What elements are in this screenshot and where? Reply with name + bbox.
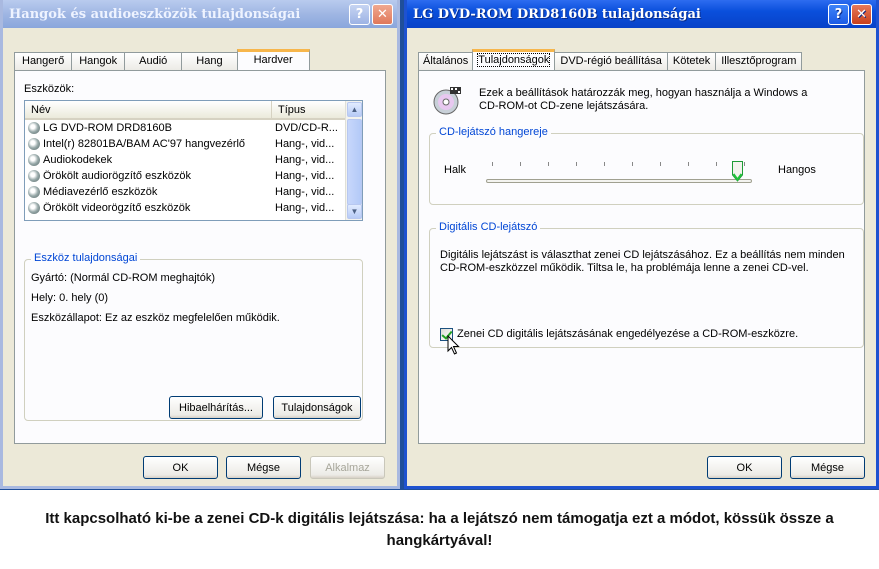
location-text: Hely: 0. hely (0) xyxy=(31,292,109,304)
list-scrollbar[interactable]: ▲ ▼ xyxy=(345,101,362,220)
window-title: LG DVD-ROM DRD8160B tulajdonságai xyxy=(413,6,701,22)
column-name[interactable]: Név xyxy=(25,101,272,118)
list-item[interactable]: Médiavezérlő eszközök Hang-, vid... xyxy=(25,184,362,200)
tab-sounds[interactable]: Hangok xyxy=(71,52,126,70)
close-button[interactable]: ✕ xyxy=(851,3,872,25)
tab-volume[interactable]: Hangerő xyxy=(14,52,73,70)
apply-button[interactable]: Alkalmaz xyxy=(310,456,385,479)
tab-general[interactable]: Általános xyxy=(418,52,474,70)
properties-button[interactable]: Tulajdonságok xyxy=(273,396,361,419)
status-text: Eszközállapot: Ez az eszköz megfelelően … xyxy=(31,312,280,324)
troubleshoot-button[interactable]: Hibaelhárítás... xyxy=(169,396,263,419)
list-item[interactable]: Örökölt audiorögzítő eszközök Hang-, vid.… xyxy=(25,168,362,184)
help-button[interactable]: ? xyxy=(828,3,849,25)
digital-description: Digitális lejátszást is választhat zenei… xyxy=(440,249,845,274)
scroll-down-icon[interactable]: ▼ xyxy=(347,204,362,219)
cancel-button[interactable]: Mégse xyxy=(226,456,301,479)
devices-label: Eszközök: xyxy=(24,83,75,95)
tab-properties[interactable]: Tulajdonságok xyxy=(472,49,556,70)
sound-device-icon xyxy=(28,138,40,150)
properties-panel: Ezek a beállítások határozzák meg, hogya… xyxy=(418,70,865,444)
manufacturer-text: Gyártó: (Normál CD-ROM meghajtók) xyxy=(31,272,215,284)
mouse-cursor-icon xyxy=(447,335,460,355)
sound-device-icon xyxy=(28,170,40,182)
tab-audio[interactable]: Audió xyxy=(124,52,183,70)
intro-text: Ezek a beállítások határozzák meg, hogya… xyxy=(479,87,808,112)
tab-driver[interactable]: Illesztőprogram xyxy=(715,52,803,70)
list-item[interactable]: LG DVD-ROM DRD8160B DVD/CD-R... xyxy=(25,120,362,136)
scroll-up-icon[interactable]: ▲ xyxy=(347,102,362,117)
tab-hardware[interactable]: Hardver xyxy=(236,49,310,70)
cd-music-icon xyxy=(433,87,461,115)
digital-cd-group: Digitális CD-lejátszó Digitális lejátszá… xyxy=(429,221,864,355)
volume-legend: CD-lejátszó hangereje xyxy=(436,126,551,138)
volume-slider-thumb[interactable] xyxy=(732,161,743,182)
low-label: Halk xyxy=(444,164,467,176)
caption: Itt kapcsolható ki-be a zenei CD-k digit… xyxy=(0,489,879,569)
sound-device-icon xyxy=(28,154,40,166)
tab-strip: Hangerő Hangok Audió Hang Hardver xyxy=(14,49,386,70)
digital-playback-label[interactable]: Zenei CD digitális lejátszásának engedél… xyxy=(457,328,798,340)
device-properties-group: Eszköz tulajdonságai Gyártó: (Normál CD-… xyxy=(24,252,363,421)
digital-cd-legend: Digitális CD-lejátszó xyxy=(436,221,541,233)
list-item[interactable]: Örökölt videorögzítő eszközök Hang-, vid.… xyxy=(25,200,362,216)
close-button[interactable]: ✕ xyxy=(372,3,393,25)
help-button[interactable]: ? xyxy=(349,3,370,25)
sound-device-icon xyxy=(28,202,40,214)
window-title: Hangok és audioeszközök tulajdonságai xyxy=(9,6,301,22)
high-label: Hangos xyxy=(778,164,816,176)
cd-drive-icon xyxy=(28,122,40,134)
title-bar[interactable]: Hangok és audioeszközök tulajdonságai ? … xyxy=(3,0,397,28)
cancel-button[interactable]: Mégse xyxy=(790,456,865,479)
tab-dvd-region[interactable]: DVD-régió beállítása xyxy=(554,52,668,70)
tab-voice[interactable]: Hang xyxy=(181,52,238,70)
ok-button[interactable]: OK xyxy=(143,456,218,479)
scroll-thumb[interactable] xyxy=(347,119,362,205)
ok-button[interactable]: OK xyxy=(707,456,782,479)
volume-group: CD-lejátszó hangereje Halk Hangos xyxy=(429,126,864,205)
volume-slider-track[interactable] xyxy=(486,179,752,183)
tab-strip: Általános Tulajdonságok DVD-régió beállí… xyxy=(418,49,865,70)
sound-device-icon xyxy=(28,186,40,198)
drive-properties-window: LG DVD-ROM DRD8160B tulajdonságai ? ✕ Ál… xyxy=(404,0,879,489)
list-item[interactable]: Intel(r) 82801BA/BAM AC'97 hangvezérlő Ha… xyxy=(25,136,362,152)
tab-volumes[interactable]: Kötetek xyxy=(666,52,717,70)
device-properties-legend: Eszköz tulajdonságai xyxy=(31,252,141,264)
title-bar[interactable]: LG DVD-ROM DRD8160B tulajdonságai ? ✕ xyxy=(407,0,876,28)
device-list[interactable]: Név Típus LG DVD-ROM DRD8160B DVD/CD-R...… xyxy=(24,100,363,221)
sound-properties-window: Hangok és audioeszközök tulajdonságai ? … xyxy=(0,0,400,489)
list-item[interactable]: Audiokodekek Hang-, vid... xyxy=(25,152,362,168)
hardware-panel: Eszközök: Név Típus LG DVD-ROM DRD8160B D… xyxy=(14,70,386,444)
